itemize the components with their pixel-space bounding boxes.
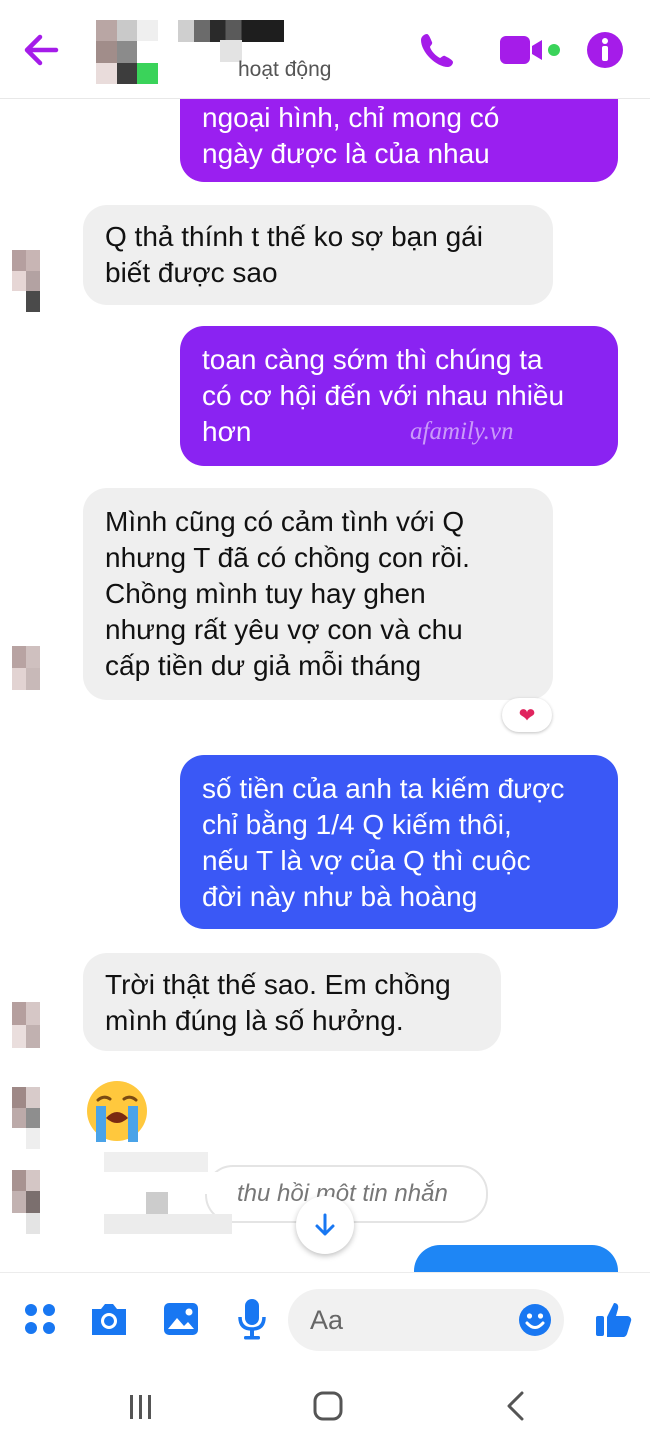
contact-avatar[interactable] [96, 20, 158, 84]
sender-avatar[interactable] [12, 1170, 54, 1234]
phone-icon[interactable] [418, 30, 458, 70]
system-navigation-bar [0, 1372, 650, 1445]
sender-avatar[interactable] [12, 250, 54, 312]
blurred-region [104, 1214, 232, 1234]
sender-avatar[interactable] [12, 646, 54, 690]
chat-header: hoạt động [0, 0, 650, 99]
image-icon[interactable] [162, 1301, 200, 1337]
message-bubble-outgoing-partial[interactable] [414, 1245, 618, 1275]
menu-dots-icon[interactable] [22, 1301, 58, 1337]
back-icon[interactable] [502, 1390, 530, 1422]
blurred-region [104, 1172, 234, 1194]
active-status: hoạt động [238, 58, 332, 81]
message-input-container[interactable] [288, 1289, 564, 1351]
back-arrow-icon[interactable] [20, 28, 64, 72]
loudly-crying-face-icon[interactable] [84, 1078, 150, 1144]
sender-avatar[interactable] [12, 1087, 54, 1149]
thumbs-up-icon[interactable] [594, 1299, 634, 1339]
video-camera-icon[interactable] [498, 34, 564, 66]
message-bubble-outgoing[interactable]: toan càng sớm thì chúng ta có cơ hội đến… [180, 326, 618, 466]
microphone-icon[interactable] [236, 1297, 268, 1341]
message-bubble-incoming[interactable]: Trời thật thế sao. Em chồng mình đúng là… [83, 953, 501, 1051]
message-composer [0, 1272, 650, 1373]
watermark: afamily.vn [410, 418, 514, 445]
sender-avatar[interactable] [12, 1002, 54, 1048]
recent-apps-icon[interactable] [126, 1392, 156, 1422]
message-bubble-incoming[interactable]: Q thả thính t thế ko sợ bạn gái biết đượ… [83, 205, 553, 305]
home-icon[interactable] [312, 1390, 344, 1422]
scroll-to-bottom-button[interactable] [296, 1196, 354, 1254]
camera-icon[interactable] [88, 1301, 130, 1337]
message-bubble-incoming[interactable]: Mình cũng có cảm tình với Q nhưng T đã c… [83, 488, 553, 700]
heart-reaction-icon[interactable]: ❤ [502, 698, 552, 732]
emoji-icon[interactable] [518, 1303, 552, 1337]
info-icon[interactable] [586, 31, 624, 69]
blurred-region [104, 1152, 208, 1172]
message-bubble-outgoing[interactable]: số tiền của anh ta kiếm được chỉ bằng 1/… [180, 755, 618, 929]
arrow-down-icon [315, 1213, 335, 1236]
blurred-region [146, 1192, 168, 1214]
contact-name-blurred [178, 20, 284, 42]
message-input[interactable] [288, 1289, 508, 1351]
